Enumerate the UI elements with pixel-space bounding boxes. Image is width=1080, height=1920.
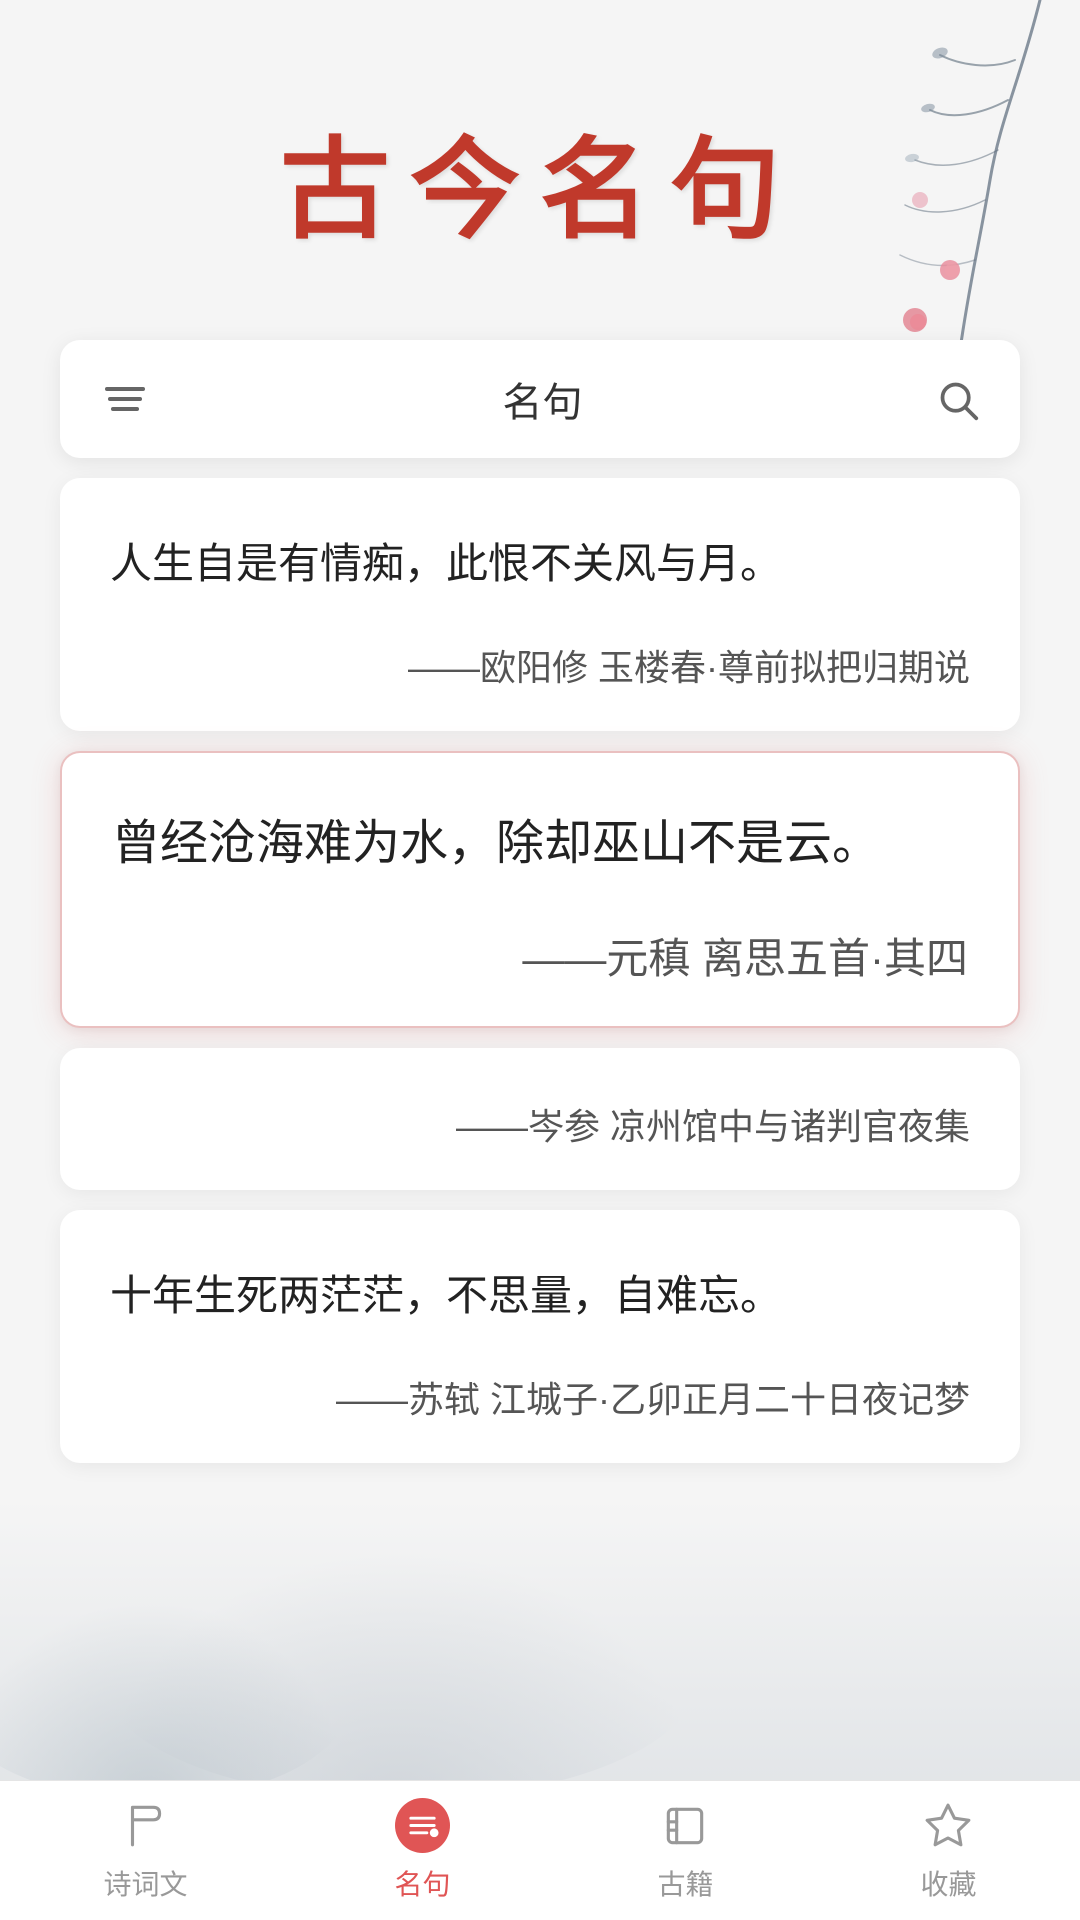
nav-item-classics[interactable]: 古籍	[627, 1788, 743, 1913]
bottom-navigation: 诗词文 名句 古籍	[0, 1780, 1080, 1920]
title-area: 古今名句	[0, 0, 1080, 340]
classics-icon	[658, 1798, 713, 1853]
category-label: 名句	[150, 370, 935, 428]
quote-card-3[interactable]: ——岑参 凉州馆中与诸判官夜集	[60, 1048, 1020, 1190]
quotes-icon	[395, 1798, 450, 1853]
nav-label-favorites: 收藏	[920, 1863, 976, 1903]
nav-item-favorites[interactable]: 收藏	[890, 1788, 1006, 1913]
search-icon[interactable]	[935, 377, 980, 422]
content-area: 名句 人生自是有情痴，此恨不关风与月。 ——欧阳修 玉楼春·尊前拟把归期说 曾经…	[0, 340, 1080, 1643]
nav-label-poems: 诗词文	[103, 1863, 187, 1903]
quote-author-3: ——岑参 凉州馆中与诸判官夜集	[110, 1098, 970, 1150]
app-title: 古今名句	[0, 100, 1080, 260]
quote-text-2: 曾经沧海难为水，除却巫山不是云。	[112, 803, 968, 885]
quote-author-4: ——苏轼 江城子·乙卯正月二十日夜记梦	[110, 1371, 970, 1423]
quote-card-4[interactable]: 十年生死两茫茫，不思量，自难忘。 ——苏轼 江城子·乙卯正月二十日夜记梦	[60, 1210, 1020, 1463]
quote-author-2: ——元稹 离思五首·其四	[112, 925, 968, 986]
category-bar: 名句	[60, 340, 1020, 458]
quote-text-4: 十年生死两茫茫，不思量，自难忘。	[110, 1260, 970, 1331]
poems-icon	[118, 1798, 173, 1853]
layers-icon[interactable]	[100, 374, 150, 424]
nav-item-quotes[interactable]: 名句	[364, 1788, 480, 1913]
quote-author-1: ——欧阳修 玉楼春·尊前拟把归期说	[110, 639, 970, 691]
nav-item-poems[interactable]: 诗词文	[73, 1788, 217, 1913]
favorites-icon	[921, 1798, 976, 1853]
quote-card-2[interactable]: 曾经沧海难为水，除却巫山不是云。 ——元稹 离思五首·其四	[60, 751, 1020, 1028]
quote-card-1[interactable]: 人生自是有情痴，此恨不关风与月。 ——欧阳修 玉楼春·尊前拟把归期说	[60, 478, 1020, 731]
nav-label-classics: 古籍	[657, 1863, 713, 1903]
quote-text-1: 人生自是有情痴，此恨不关风与月。	[110, 528, 970, 599]
nav-label-quotes: 名句	[394, 1863, 450, 1903]
